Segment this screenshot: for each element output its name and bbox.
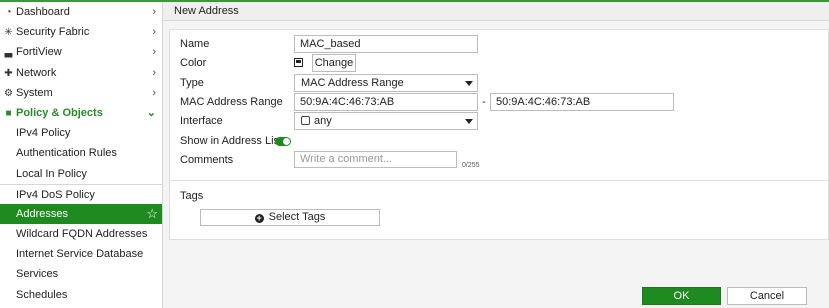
chevron-right-icon: › bbox=[152, 6, 156, 18]
change-color-button[interactable]: Change bbox=[312, 54, 356, 72]
sidebar-item-label: IPv4 DoS Policy bbox=[16, 188, 95, 201]
sidebar-item-label: Dashboard bbox=[16, 6, 70, 18]
type-select-value: MAC Address Range bbox=[301, 77, 404, 89]
network-icon: ✚ bbox=[4, 67, 13, 79]
chevron-right-icon: › bbox=[152, 86, 156, 99]
sidebar-item-services[interactable]: Services bbox=[0, 264, 162, 284]
mac-range-separator: - bbox=[482, 96, 486, 108]
chevron-right-icon: › bbox=[152, 66, 156, 79]
sidebar-item-label: Policy & Objects bbox=[16, 106, 103, 119]
sidebar-item-label: Network bbox=[16, 66, 57, 79]
sidebar-item-ipv4-policy[interactable]: IPv4 Policy bbox=[0, 123, 162, 143]
caret-down-icon bbox=[465, 81, 473, 86]
sidebar-item-wildcard-fqdn-addresses[interactable]: Wildcard FQDN Addresses bbox=[0, 224, 162, 244]
show-in-list-toggle[interactable] bbox=[275, 137, 291, 146]
sidebar-item-policy-objects[interactable]: ■ Policy & Objects ⌄ bbox=[0, 103, 162, 123]
system-icon: ⚙ bbox=[4, 87, 13, 99]
sidebar-item-local-in-policy[interactable]: Local In Policy bbox=[0, 164, 162, 184]
sidebar-item-label: System bbox=[16, 86, 53, 99]
comments-label: Comments bbox=[180, 154, 234, 166]
star-icon[interactable]: ☆ bbox=[146, 204, 158, 224]
color-label: Color bbox=[180, 57, 207, 69]
comments-counter: 0/255 bbox=[462, 162, 480, 169]
sidebar-item-label: Addresses bbox=[16, 207, 68, 220]
tags-divider bbox=[170, 180, 828, 181]
caret-down-icon bbox=[465, 119, 473, 124]
sidebar-item-system[interactable]: ⚙ System › bbox=[0, 83, 162, 103]
ok-button[interactable]: OK bbox=[642, 287, 721, 305]
sidebar-item-network[interactable]: ✚ Network › bbox=[0, 63, 162, 83]
fortiview-icon: ▃ bbox=[4, 47, 13, 59]
sidebar-item-addresses[interactable]: Addresses ☆ bbox=[0, 203, 162, 225]
sidebar-item-label: Authentication Rules bbox=[16, 147, 117, 160]
select-tags-button[interactable]: + Select Tags bbox=[200, 209, 380, 226]
sidebar-item-label: Services bbox=[16, 268, 59, 281]
sidebar-item-authentication-rules[interactable]: Authentication Rules bbox=[0, 143, 162, 163]
policy-objects-icon: ■ bbox=[5, 107, 12, 119]
interface-select[interactable]: any bbox=[294, 112, 478, 130]
plus-circle-icon: + bbox=[254, 213, 264, 223]
sidebar-item-label: IPv4 Policy bbox=[16, 127, 71, 140]
name-label: Name bbox=[180, 38, 210, 50]
type-select[interactable]: MAC Address Range bbox=[294, 74, 478, 92]
security-fabric-icon: ✳ bbox=[4, 27, 13, 39]
sidebar-item-schedules[interactable]: Schedules bbox=[0, 285, 162, 305]
sidebar-item-label: Security Fabric bbox=[16, 26, 90, 39]
mac-end-input[interactable]: 50:9A:4C:46:73:AB bbox=[490, 93, 674, 111]
chevron-right-icon: › bbox=[152, 46, 156, 59]
interface-label: Interface bbox=[180, 115, 223, 127]
color-swatch-icon bbox=[294, 54, 306, 72]
address-form-panel: Name MAC_based Color Change Type MAC Add… bbox=[169, 29, 829, 240]
interface-select-value: any bbox=[314, 115, 332, 127]
comments-textarea[interactable]: Write a comment... bbox=[294, 151, 457, 168]
mac-start-input[interactable]: 50:9A:4C:46:73:AB bbox=[294, 93, 478, 111]
sidebar-item-label: Schedules bbox=[16, 288, 68, 301]
sidebar-item-fortiview[interactable]: ▃ FortiView › bbox=[0, 42, 162, 62]
interface-any-icon bbox=[301, 116, 310, 125]
name-input[interactable]: MAC_based bbox=[294, 35, 478, 53]
show-in-list-label: Show in Address List bbox=[180, 135, 283, 147]
type-label: Type bbox=[180, 77, 204, 89]
sidebar-item-label: Local In Policy bbox=[16, 167, 87, 180]
cancel-button[interactable]: Cancel bbox=[727, 287, 807, 305]
tags-label: Tags bbox=[180, 190, 204, 202]
dashboard-icon: ◔ bbox=[5, 7, 12, 18]
sidebar-item-label: Wildcard FQDN Addresses bbox=[16, 228, 148, 241]
select-tags-label: Select Tags bbox=[268, 211, 326, 223]
chevron-down-icon: ⌄ bbox=[146, 106, 156, 119]
sidebar: ◔ Dashboard › ✳ Security Fabric › ▃ FortiVi… bbox=[0, 2, 163, 308]
sidebar-item-label: FortiView bbox=[16, 46, 62, 59]
sidebar-item-internet-service-database[interactable]: Internet Service Database bbox=[0, 244, 162, 264]
mac-range-label: MAC Address Range bbox=[180, 96, 283, 108]
sidebar-item-label: Internet Service Database bbox=[16, 248, 144, 261]
sidebar-item-dashboard[interactable]: ◔ Dashboard › bbox=[0, 2, 162, 22]
page-title: New Address bbox=[163, 2, 829, 21]
sidebar-item-security-fabric[interactable]: ✳ Security Fabric › bbox=[0, 22, 162, 42]
chevron-right-icon: › bbox=[152, 26, 156, 39]
sidebar-item-ipv4-dos-policy[interactable]: IPv4 DoS Policy bbox=[0, 183, 162, 204]
